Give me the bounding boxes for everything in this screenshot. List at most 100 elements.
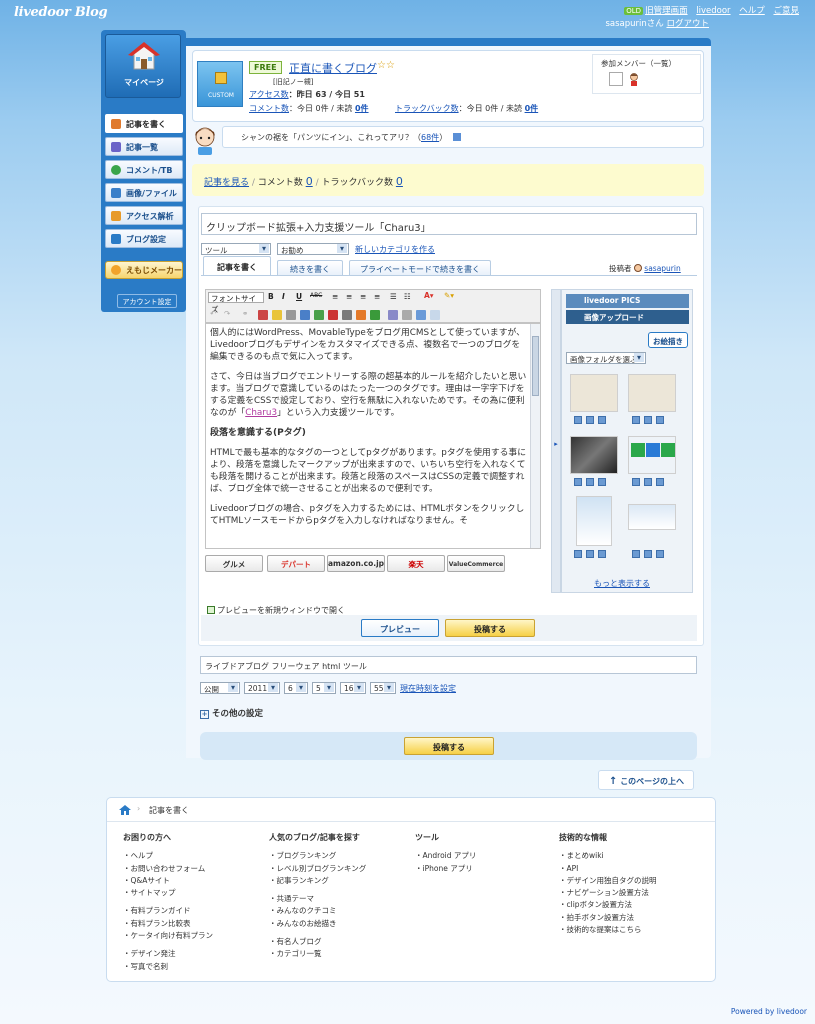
unlink-icon[interactable]	[258, 310, 268, 320]
align-left-icon[interactable]: ≡	[332, 292, 338, 303]
hour-select[interactable]: 16	[340, 682, 366, 694]
oekaki-button[interactable]: お絵描き	[648, 332, 688, 348]
help-link[interactable]: ヘルプ	[739, 6, 765, 16]
highlight-icon[interactable]: ✎▾	[444, 291, 454, 302]
font-size-select[interactable]: フォントサイズ	[208, 292, 264, 314]
charu3-link[interactable]: Charu3	[245, 408, 277, 418]
panel-toggle[interactable]: ▸	[551, 289, 561, 593]
footer-link[interactable]: お問い合わせフォーム	[123, 863, 213, 875]
plus-icon[interactable]: +	[200, 710, 209, 719]
tab-write[interactable]: 記事を書く	[203, 256, 271, 276]
redo-icon[interactable]: ↷	[224, 309, 230, 320]
editor-scrollbar[interactable]	[530, 324, 540, 548]
recommend-select[interactable]: お勧め	[277, 243, 349, 255]
tb-count-link[interactable]: トラックバック数	[395, 104, 459, 113]
nav-blog-settings[interactable]: ブログ設定	[105, 229, 183, 248]
footer-link[interactable]: サイトマップ	[123, 887, 213, 899]
footer-link[interactable]: ケータイ向け有料プラン	[123, 930, 214, 942]
status-select[interactable]: 公開	[200, 682, 240, 694]
livedoor-pics-header[interactable]: livedoor PICS	[566, 294, 689, 308]
table-icon[interactable]	[314, 310, 324, 320]
footer-link[interactable]: 技術的な提案はこちら	[559, 924, 657, 936]
footer-link[interactable]: Q&Aサイト	[123, 875, 213, 887]
text-color-icon[interactable]: A▾	[424, 291, 434, 302]
bold-icon[interactable]: B	[268, 292, 274, 303]
fullscreen-icon[interactable]	[430, 310, 440, 320]
day-select[interactable]: 5	[312, 682, 336, 694]
scroll-thumb[interactable]	[532, 336, 539, 396]
footer-link[interactable]: まとめwiki	[559, 850, 657, 862]
more-icon[interactable]	[370, 310, 380, 320]
topic-count-link[interactable]: 68件	[421, 133, 439, 142]
footer-link[interactable]: 拍手ボタン設置方法	[559, 912, 657, 924]
footer-link[interactable]: 有料プランガイド	[123, 905, 213, 917]
nav-images-files[interactable]: 画像/ファイル	[105, 183, 183, 202]
logout-link[interactable]: ログアウト	[666, 19, 709, 29]
cube-icon[interactable]	[452, 133, 461, 141]
footer-link[interactable]: 共通テーマ	[269, 893, 366, 905]
poster-name-link[interactable]: sasapurin	[644, 264, 680, 273]
sub-link[interactable]: [旧記ノー槻]	[273, 77, 313, 87]
members-title[interactable]: 参加メンバー（一覧）	[601, 58, 676, 69]
footer-link[interactable]: 有料プラン比較表	[123, 918, 213, 930]
category-select[interactable]: ツール	[201, 243, 271, 255]
tab-private-continue[interactable]: プライベートモードで続きを書く	[349, 260, 491, 276]
page-top-button[interactable]: ↑ このページの上へ	[598, 770, 694, 790]
custom-design-thumbnail[interactable]: CUSTOM	[197, 61, 243, 107]
spellcheck-icon[interactable]	[402, 310, 412, 320]
preview-button[interactable]: プレビュー	[361, 619, 439, 637]
access-count-link[interactable]: アクセス数	[249, 90, 289, 99]
powered-by[interactable]: Powered by livedoor	[731, 1007, 807, 1016]
member-person-icon[interactable]	[627, 72, 641, 86]
movie-icon[interactable]	[342, 310, 352, 320]
footer-link[interactable]: レベル別ブログランキング	[269, 863, 367, 875]
minute-select[interactable]: 55	[370, 682, 396, 694]
html-icon[interactable]	[416, 310, 426, 320]
unordered-list-icon[interactable]: ☰	[390, 292, 397, 303]
mypage-button[interactable]: マイページ	[105, 34, 181, 98]
show-more-link[interactable]: もっと表示する	[594, 578, 650, 589]
image-upload-header[interactable]: 画像アップロード	[566, 310, 689, 324]
new-category-link[interactable]: 新しいカテゴリを作る	[355, 244, 435, 255]
other-settings-toggle[interactable]: + その他の設定	[200, 707, 263, 719]
footer-link[interactable]: Android アプリ	[415, 850, 477, 862]
department-button[interactable]: デパート	[267, 555, 325, 572]
article-body-editor[interactable]: 個人的にはWordPress、MovableTypeをブログ用CMSとして使って…	[205, 323, 541, 549]
map-icon[interactable]	[356, 310, 366, 320]
footer-link[interactable]: デザイン発注	[123, 948, 213, 960]
tags-input[interactable]: ライブドアブログ フリーウェア html ツール	[200, 656, 697, 674]
ordered-list-icon[interactable]: ☷	[404, 292, 411, 303]
nav-access-analytics[interactable]: アクセス解析	[105, 206, 183, 225]
footer-link[interactable]: 写真で名刺	[123, 961, 213, 973]
tb-unread-link[interactable]: 0件	[525, 104, 539, 113]
align-center-icon[interactable]: ≡	[346, 292, 352, 303]
member-avatar[interactable]	[609, 72, 623, 86]
footer-link[interactable]: 記事ランキング	[269, 875, 366, 887]
nav-comment-tb[interactable]: コメント/TB	[105, 160, 183, 179]
feedback-link[interactable]: ご意見	[773, 6, 799, 16]
livedoor-link[interactable]: livedoor	[696, 6, 730, 16]
image-thumbnail[interactable]	[628, 504, 676, 530]
strikethrough-icon[interactable]: ABC	[310, 292, 322, 303]
footer-link[interactable]: iPhone アプリ	[415, 863, 476, 875]
footer-link[interactable]: みんなのクチコミ	[269, 905, 366, 917]
image-thumbnail[interactable]	[570, 436, 618, 474]
youtube-icon[interactable]	[328, 310, 338, 320]
emoji-icon[interactable]	[272, 310, 282, 320]
post-button[interactable]: 投稿する	[445, 619, 535, 637]
month-select[interactable]: 6	[284, 682, 308, 694]
gourmet-button[interactable]: グルメ	[205, 555, 263, 572]
nav-article-list[interactable]: 記事一覧	[105, 137, 183, 156]
footer-link[interactable]: みんなのお絵描き	[269, 918, 366, 930]
old-admin-link[interactable]: 旧管理画面	[645, 6, 688, 16]
amazon-button[interactable]: amazon.co.jp	[327, 555, 385, 572]
valuecommerce-button[interactable]: ValueCommerce	[447, 555, 505, 572]
find-icon[interactable]	[388, 310, 398, 320]
pics-icon[interactable]	[300, 310, 310, 320]
free-emoji-icon[interactable]	[286, 310, 296, 320]
year-select[interactable]: 2011	[244, 682, 280, 694]
nav-write-article[interactable]: 記事を書く	[105, 114, 183, 133]
image-folder-select[interactable]: 画像フォルダを選ぶ	[566, 352, 646, 364]
italic-icon[interactable]: I	[282, 292, 285, 303]
footer-link[interactable]: clipボタン設置方法	[559, 899, 657, 911]
